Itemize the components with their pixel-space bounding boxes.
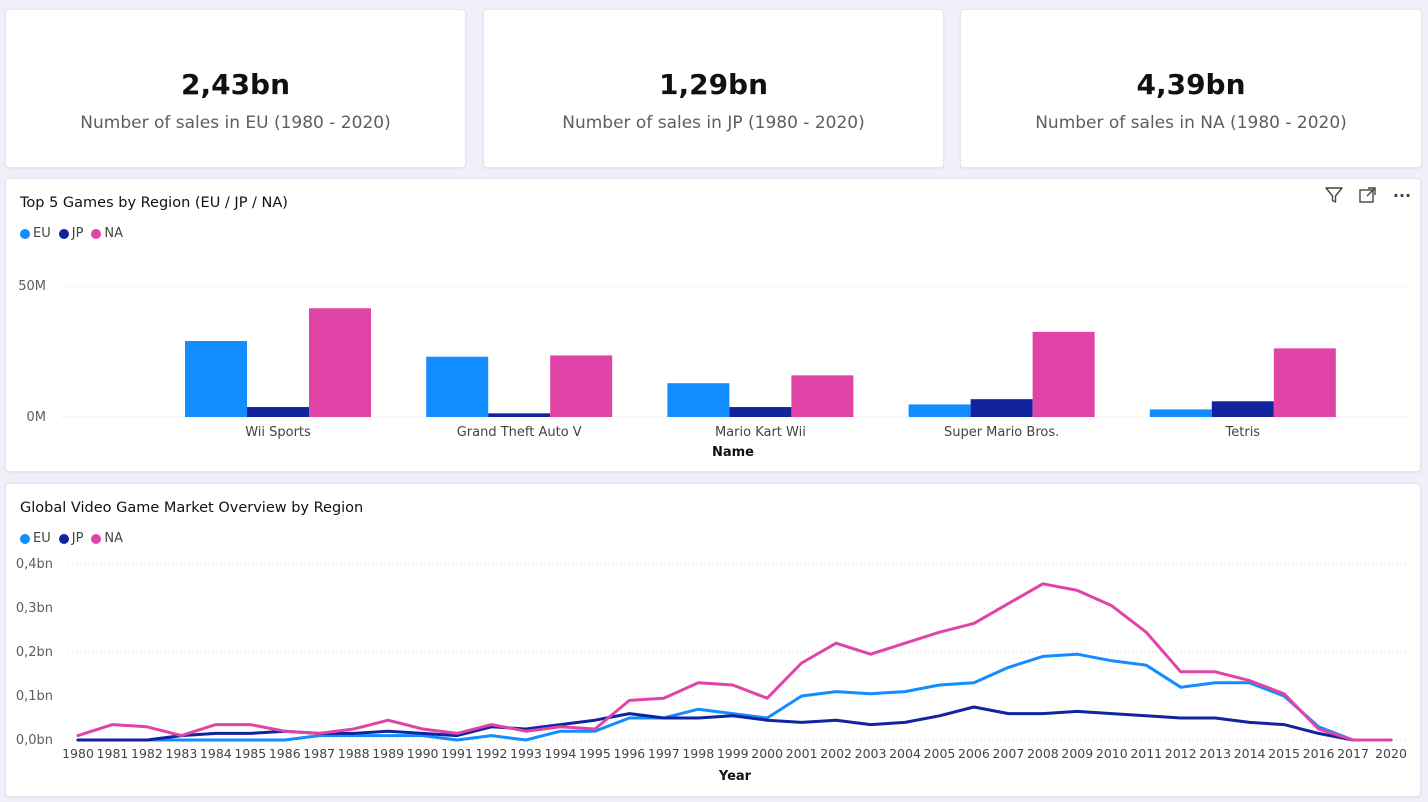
kpi-label: Number of sales in JP (1980 - 2020) (562, 113, 865, 133)
market-overview-chart-card[interactable]: Global Video Game Market Overview by Reg… (5, 483, 1421, 797)
x-tick-label: 1997 (648, 746, 680, 761)
x-tick-label: Grand Theft Auto V (457, 425, 582, 440)
x-tick-label: 2020 (1375, 746, 1407, 761)
bar-jp (488, 413, 551, 417)
x-tick-label: 1994 (545, 746, 577, 761)
x-tick-label: 1981 (97, 746, 129, 761)
x-tick-label: 2013 (1199, 746, 1231, 761)
kpi-label: Number of sales in EU (1980 - 2020) (80, 113, 391, 133)
bar-eu (908, 404, 971, 417)
x-tick-label: 2010 (1096, 746, 1128, 761)
x-tick-label: 2006 (958, 746, 990, 761)
x-tick-label: 2014 (1234, 746, 1266, 761)
x-tick-label: 1998 (682, 746, 714, 761)
y-tick-label: 0,4bn (16, 557, 53, 572)
x-tick-label: Super Mario Bros. (944, 425, 1059, 440)
x-tick-label: 2009 (1061, 746, 1093, 761)
x-tick-label: 1991 (441, 746, 473, 761)
x-tick-label: 1982 (131, 746, 163, 761)
x-tick-label: 2008 (1027, 746, 1059, 761)
x-tick-label: 1989 (372, 746, 404, 761)
x-tick-label: 2005 (924, 746, 956, 761)
kpi-value: 4,39bn (1136, 68, 1246, 101)
bar-na (791, 375, 854, 417)
bar-na (550, 355, 613, 417)
kpi-card-na: 4,39bn Number of sales in NA (1980 - 202… (960, 9, 1422, 168)
x-tick-label: 2002 (820, 746, 852, 761)
x-tick-label: 1995 (579, 746, 611, 761)
x-tick-label: 2016 (1303, 746, 1335, 761)
x-tick-label: 2000 (751, 746, 783, 761)
x-tick-label: 1999 (717, 746, 749, 761)
y-tick-label: 0M (27, 410, 47, 425)
x-tick-label: 1984 (200, 746, 232, 761)
kpi-card-jp: 1,29bn Number of sales in JP (1980 - 202… (483, 9, 944, 168)
x-tick-label: 2003 (855, 746, 887, 761)
bar-eu (426, 356, 489, 417)
kpi-label: Number of sales in NA (1980 - 2020) (1035, 113, 1347, 133)
x-tick-label: Wii Sports (245, 425, 311, 440)
x-axis-label: Name (712, 445, 754, 460)
x-tick-label: 1987 (303, 746, 335, 761)
line-eu (76, 652, 1393, 742)
y-tick-label: 0,2bn (16, 645, 53, 660)
bar-na (1032, 331, 1095, 417)
line-jp (76, 705, 1393, 742)
bar-jp (970, 399, 1033, 417)
bar-chart: 0M 50M Wii Sports Grand Theft Auto V Mario … (18, 279, 1411, 460)
x-tick-label: 1996 (613, 746, 645, 761)
kpi-value: 2,43bn (180, 68, 291, 101)
y-tick-label: 50M (18, 279, 46, 294)
bar-eu (1149, 409, 1212, 417)
bar-jp (247, 407, 309, 417)
top-games-chart-card[interactable]: Top 5 Games by Region (EU / JP / NA) EU … (5, 178, 1421, 472)
y-tick-label: 0,3bn (16, 601, 53, 616)
y-tick-label: 0,1bn (16, 689, 53, 704)
x-tick-label: 2004 (889, 746, 921, 761)
x-tick-label: 2012 (1165, 746, 1197, 761)
x-tick-label: 1986 (269, 746, 301, 761)
bar-eu (667, 383, 730, 417)
bar-jp (729, 407, 792, 417)
x-tick-label: 1990 (407, 746, 439, 761)
x-tick-label: 2011 (1130, 746, 1162, 761)
bar-na (1273, 348, 1336, 417)
x-tick-label: 2017 (1337, 746, 1369, 761)
x-tick-label: 1980 (62, 746, 94, 761)
bar-jp (1211, 401, 1274, 417)
x-tick-label: 2007 (992, 746, 1024, 761)
bar-na (309, 308, 371, 417)
x-tick-label: 1985 (234, 746, 266, 761)
kpi-card-eu: 2,43bn Number of sales in EU (1980 - 202… (5, 9, 466, 168)
x-tick-label: 2015 (1268, 746, 1300, 761)
x-tick-label: 2001 (786, 746, 818, 761)
x-tick-label: 1988 (338, 746, 370, 761)
x-tick-label: 1983 (165, 746, 197, 761)
x-tick-label: 1992 (476, 746, 508, 761)
line-chart: 0,0bn0,1bn0,2bn0,3bn0,4bn 1980 1981 1982 19… (16, 557, 1407, 784)
x-tick-label: Mario Kart Wii (715, 425, 806, 440)
x-tick-label: Tetris (1225, 425, 1261, 440)
kpi-value: 1,29bn (658, 68, 769, 101)
x-tick-label: 1993 (510, 746, 542, 761)
y-tick-label: 0,0bn (16, 733, 53, 748)
bar-eu (185, 341, 247, 417)
x-axis-label: Year (718, 769, 752, 784)
